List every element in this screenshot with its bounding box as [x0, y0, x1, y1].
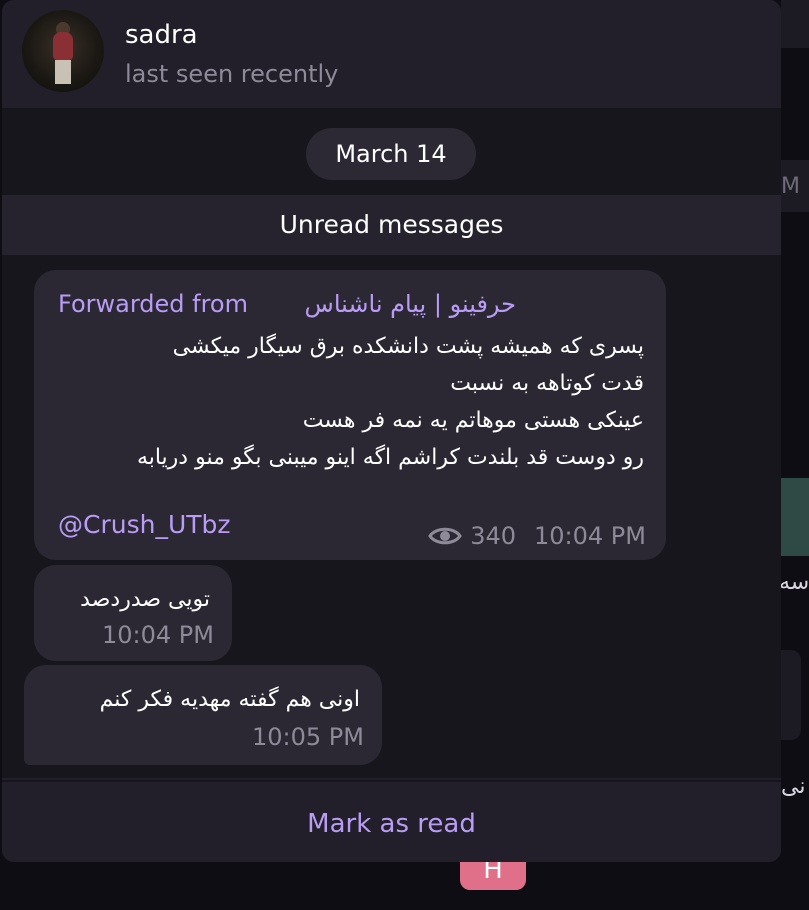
view-count: 340 — [470, 522, 517, 550]
avatar[interactable] — [22, 10, 104, 92]
message-bubble[interactable]: تویی صدردصد 10:04 PM — [34, 565, 232, 661]
popup-footer: Mark as read — [2, 780, 781, 862]
background-panel — [781, 650, 801, 740]
channel-link[interactable]: @Crush_UTbz — [58, 510, 231, 539]
forwarded-message-bubble[interactable]: Forwarded from حرفینو | پیام ناشناس پسری… — [34, 270, 666, 560]
message-time: 10:04 PM — [534, 522, 646, 550]
date-separator: March 14 — [306, 128, 476, 180]
message-time: 10:05 PM — [252, 723, 364, 751]
message-line: رو دوست قد بلندت کراشم اگه اینو میبنی بگ… — [136, 445, 644, 470]
contact-status: last seen recently — [125, 60, 339, 88]
mark-as-read-button[interactable]: Mark as read — [2, 782, 781, 862]
message-list[interactable]: March 14 Unread messages Forwarded from … — [2, 110, 781, 778]
message-text: تویی صدردصد — [80, 587, 210, 612]
background-text: سه — [779, 570, 809, 595]
background-panel — [781, 0, 809, 48]
message-line: عینکی هستی موهاتم یه نمه فر هست — [302, 408, 644, 433]
eye-icon — [428, 527, 463, 545]
unread-messages-divider: Unread messages — [2, 195, 781, 255]
chat-preview-popup: sadra last seen recently March 14 Unread… — [2, 0, 781, 862]
message-text: پسری که همیشه پشت دانشکده برق سیگار میکش… — [137, 328, 644, 476]
message-line: قدت کوتاهه به نسبت — [450, 371, 644, 396]
message-time: 10:04 PM — [102, 621, 214, 649]
background-text: نی — [781, 774, 806, 799]
background-accent — [781, 478, 809, 556]
contact-name: sadra — [125, 20, 198, 50]
forwarded-from-label: Forwarded from — [58, 290, 248, 318]
message-text: اونی هم گفته مهدیه فکر کنم — [99, 687, 360, 712]
background-text: M — [781, 174, 800, 199]
message-meta: 340 10:04 PM — [428, 522, 646, 550]
forwarded-source-link[interactable]: حرفینو | پیام ناشناس — [305, 290, 516, 318]
message-line: پسری که همیشه پشت دانشکده برق سیگار میکش… — [172, 334, 644, 359]
chat-header[interactable]: sadra last seen recently — [2, 0, 781, 110]
message-bubble[interactable]: اونی هم گفته مهدیه فکر کنم 10:05 PM — [24, 665, 382, 765]
